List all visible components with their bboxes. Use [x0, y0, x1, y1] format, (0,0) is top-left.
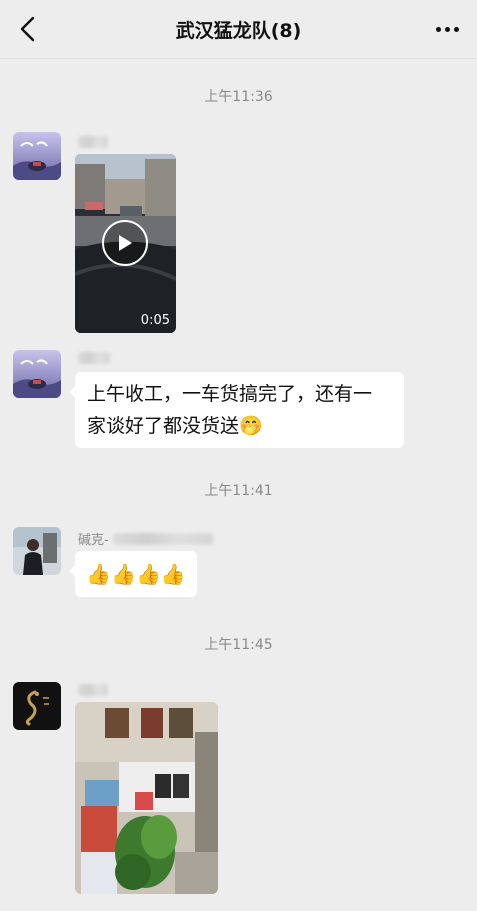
avatar-image: [13, 682, 61, 730]
more-button[interactable]: [429, 14, 465, 44]
more-dot: [453, 26, 459, 32]
sender-name: [78, 684, 108, 696]
timestamp: 上午11:41: [204, 483, 273, 499]
blurred-name: [112, 532, 213, 545]
chat-header: 武汉猛龙队(8): [0, 0, 477, 59]
sender-name-text: 碱克-: [78, 533, 109, 548]
chat-title: 武汉猛龙队(8): [175, 20, 302, 42]
more-dots-icon: [435, 26, 441, 32]
avatar-image: [13, 527, 61, 575]
blurred-name: [78, 136, 108, 148]
sender-name: [78, 136, 108, 148]
video-message[interactable]: 0:05: [75, 154, 176, 333]
blurred-name: [78, 684, 108, 696]
more-dot: [444, 26, 450, 32]
play-button[interactable]: [102, 220, 148, 266]
emoji-message-bubble[interactable]: 👍👍👍👍: [69, 551, 197, 597]
text-message-bubble[interactable]: 上午收工，一车货搞完了，还有一 家谈好了都没货送🤭: [69, 372, 404, 448]
blurred-name: [78, 352, 110, 364]
avatar[interactable]: [13, 132, 61, 180]
thumbs-up-emoji-text: 👍👍👍👍: [86, 562, 186, 586]
avatar-image: [13, 350, 61, 398]
play-icon: [119, 235, 132, 251]
video-duration: 0:05: [140, 313, 170, 328]
avatar[interactable]: [13, 682, 61, 730]
avatar[interactable]: [13, 350, 61, 398]
image-message[interactable]: [75, 702, 218, 894]
avatar[interactable]: [13, 527, 61, 575]
timestamp: 上午11:45: [204, 637, 273, 653]
timestamp: 上午11:36: [204, 89, 273, 105]
message-text-line: 上午收工，一车货搞完了，还有一: [87, 383, 373, 405]
sender-name: 碱克-: [78, 529, 213, 548]
avatar-image: [13, 132, 61, 180]
sender-name: [78, 352, 110, 364]
message-text-line: 家谈好了都没货送🤭: [87, 415, 263, 437]
photo-thumbnail: [75, 702, 218, 894]
